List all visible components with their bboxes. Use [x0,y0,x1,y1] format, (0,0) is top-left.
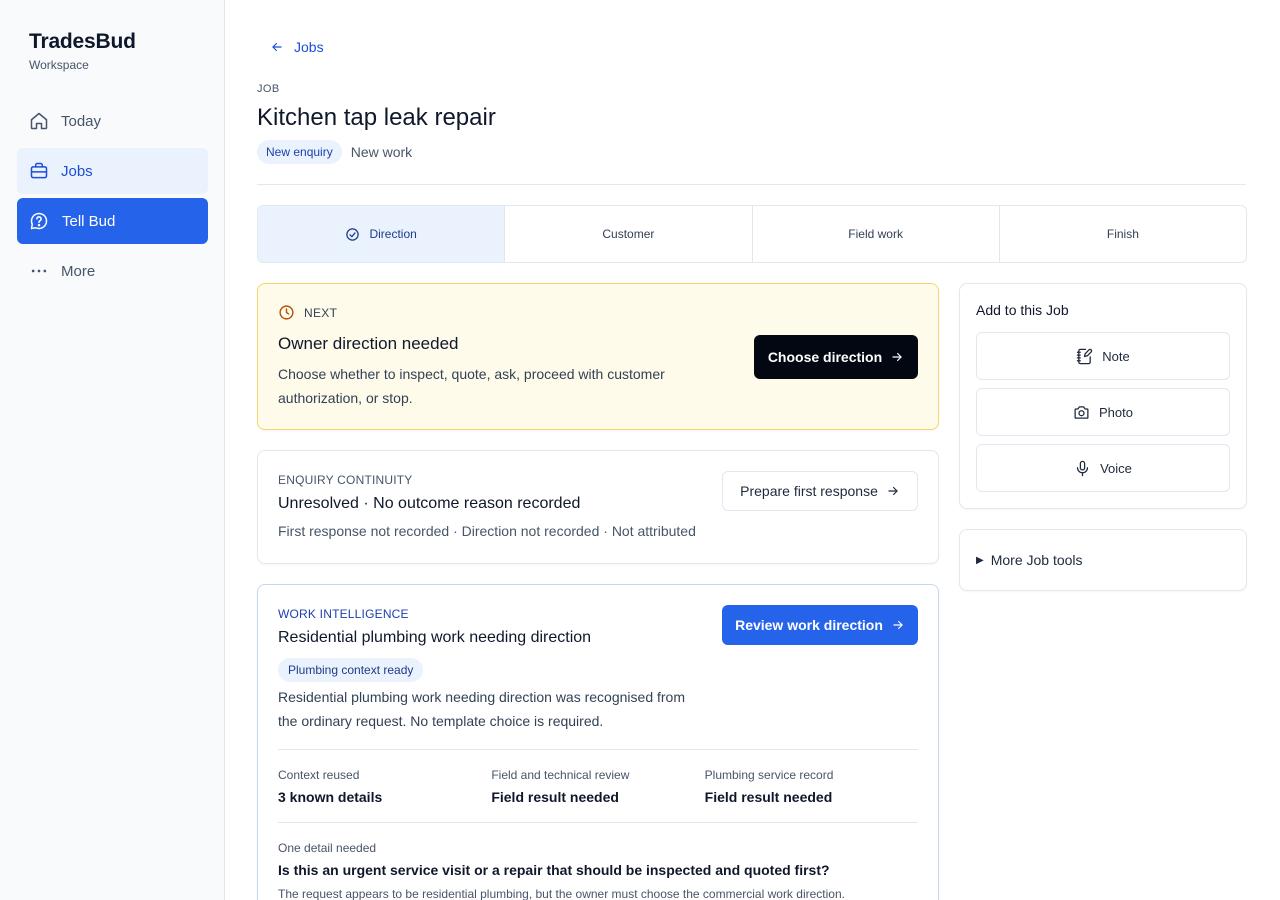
add-to-job-card: Add to this Job Note Photo Voice [959,283,1247,509]
sidebar-item-label: Today [61,112,102,130]
status-badge: New enquiry [257,140,342,164]
button-label: Review work direction [735,617,883,633]
fact-label: Context reused [278,768,360,782]
sidebar-item-label: More [61,262,96,280]
fact-label: Field and technical review [491,768,630,782]
review-work-direction-button[interactable]: Review work direction [722,605,918,645]
button-label: Prepare first response [740,483,878,499]
button-label: Choose direction [767,349,883,365]
sidebar-item-jobs[interactable]: Jobs [17,148,208,194]
work-context-badge: Plumbing context ready [278,658,424,682]
tab-direction[interactable]: Direction [258,206,506,262]
sidebar-nav: Today Jobs Tell Bud More [17,98,208,298]
arrow-right-icon [888,486,898,496]
ellipsis-icon [29,261,49,281]
sidebar-item-more[interactable]: More [17,248,208,294]
back-link-label: Jobs [294,39,324,55]
page-kicker: JOB [257,83,280,95]
status-row: New enquiry New work [257,140,412,164]
fact-field-review: Field and technical review Field result … [491,768,704,805]
choose-direction-button[interactable]: Choose direction [754,335,918,379]
work-description: Residential plumbing work needing direct… [278,689,685,729]
work-divider [278,749,918,750]
work-intelligence-card: WORK INTELLIGENCE Residential plumbing w… [257,584,939,900]
work-kicker: WORK INTELLIGENCE [278,607,409,621]
check-circle-icon [346,227,360,241]
arrow-left-icon [272,42,282,52]
clock-icon [279,305,294,320]
tab-label: Direction [369,227,417,241]
next-kicker: NEXT [278,304,337,321]
more-job-tools-card: ▶ More Job tools [959,529,1247,591]
next-action-card: NEXT Owner direction needed Choose wheth… [257,283,939,430]
sidebar-item-today[interactable]: Today [17,98,208,144]
add-voice-button[interactable]: Voice [976,444,1230,492]
detail-question: Is this an urgent service visit or a rep… [278,862,830,878]
sidebar-item-label: Tell Bud [62,212,116,230]
status-text: New work [350,144,413,160]
sidebar: TradesBud Workspace Today Jobs Tell Bud [0,0,225,900]
arrow-right-icon [893,620,903,630]
back-link[interactable]: Jobs [270,39,324,55]
briefcase-icon [29,161,49,181]
brand-subtitle: Workspace [29,58,89,72]
fact-context-reused: Context reused 3 known details [278,768,491,805]
add-photo-button[interactable]: Photo [976,388,1230,436]
enquiry-kicker: ENQUIRY CONTINUITY [278,473,413,487]
arrow-right-icon [892,352,902,362]
sidebar-item-tell-bud[interactable]: Tell Bud [17,198,208,244]
more-job-tools-toggle[interactable]: ▶ More Job tools [976,552,1083,568]
fact-value: Field result needed [491,789,619,805]
notebook-pen-icon [1077,348,1093,364]
tab-field-work[interactable]: Field work [753,206,1000,262]
work-title: Residential plumbing work needing direct… [278,629,592,646]
brand-title: TradesBud [29,30,136,53]
fact-label: Plumbing service record [704,768,834,782]
page-title: Kitchen tap leak repair [257,104,496,131]
button-label: Photo [1099,404,1133,420]
add-to-job-title: Add to this Job [976,302,1069,318]
enquiry-title: Unresolved · No outcome reason recorded [278,495,581,512]
fact-service-record: Plumbing service record Field result nee… [705,768,918,805]
detail-note: The request appears to be residential pl… [278,887,845,900]
tab-label: Finish [1106,227,1139,241]
fact-value: 3 known details [278,789,383,805]
camera-icon [1074,405,1089,419]
enquiry-meta: First response not recorded · Direction … [278,523,696,539]
work-divider [278,822,918,823]
question-circle-icon [29,211,49,231]
next-title: Owner direction needed [278,334,459,353]
tab-customer[interactable]: Customer [505,206,753,262]
header-divider [257,184,1246,185]
fact-value: Field result needed [704,789,833,805]
next-kicker-label: NEXT [304,305,338,320]
more-job-tools-label: More Job tools [990,552,1083,568]
microphone-icon [1076,460,1089,476]
main-content: Jobs JOB Kitchen tap leak repair New enq… [257,0,1247,900]
next-description: Choose whether to inspect, quote, ask, p… [278,366,665,406]
prepare-first-response-button[interactable]: Prepare first response [722,471,918,511]
detail-kicker: One detail needed [278,841,377,855]
button-label: Note [1102,348,1130,364]
add-note-button[interactable]: Note [976,332,1230,380]
button-label: Voice [1100,460,1132,476]
tab-finish[interactable]: Finish [1000,206,1246,262]
enquiry-continuity-card: ENQUIRY CONTINUITY Unresolved · No outco… [257,450,939,564]
brand: TradesBud Workspace [29,30,136,72]
sidebar-item-label: Jobs [61,162,93,180]
work-facts: Context reused 3 known details Field and… [278,768,918,805]
step-tabs: Direction Customer Field work Finish [257,205,1247,263]
home-icon [29,111,49,131]
tab-label: Customer [602,227,655,241]
tab-label: Field work [848,227,903,241]
caret-right-icon: ▶ [976,554,984,566]
